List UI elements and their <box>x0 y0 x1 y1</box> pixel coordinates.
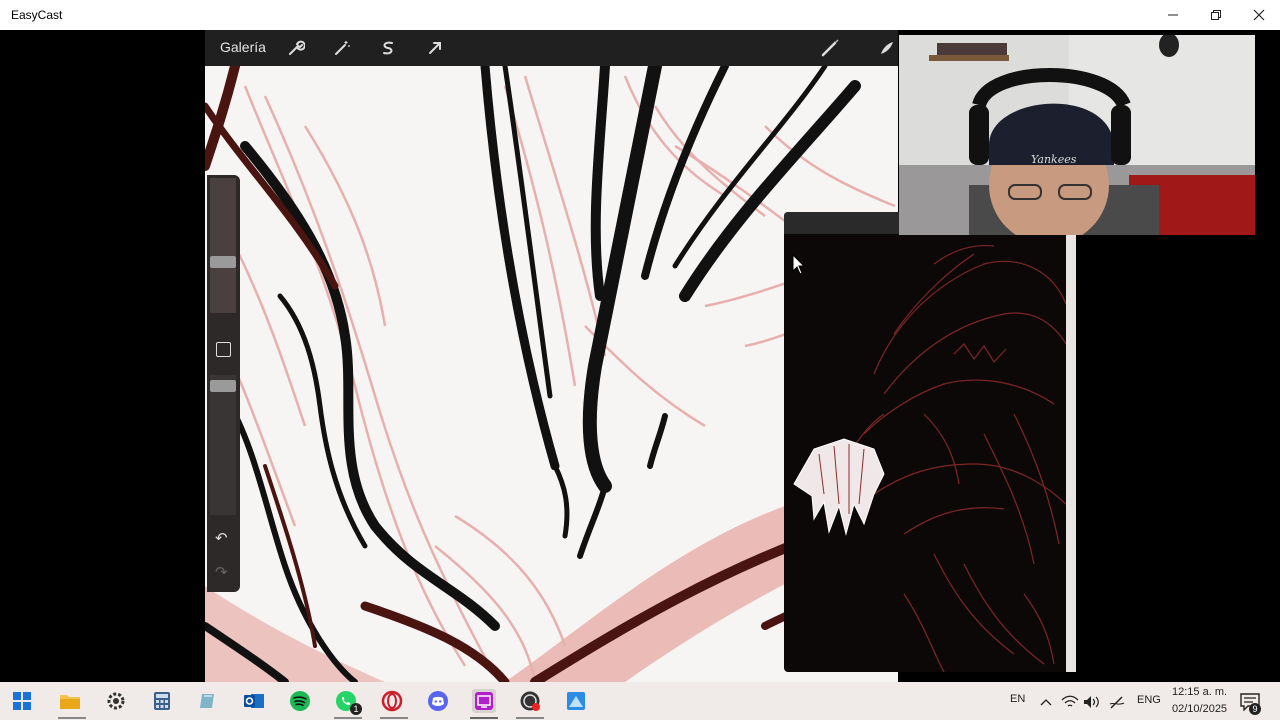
brush-size-thumb[interactable] <box>210 256 236 268</box>
gallery-button[interactable]: Galería <box>220 39 266 55</box>
eyedropper-square-button[interactable] <box>216 342 231 357</box>
window-titlebar: EasyCast <box>0 0 1280 30</box>
magic-wand-icon[interactable] <box>330 36 354 60</box>
easycast-icon[interactable] <box>472 689 496 713</box>
azure-app-icon[interactable] <box>564 689 588 713</box>
mouse-cursor-icon <box>792 254 806 275</box>
canvas-edge-strip <box>1066 234 1076 672</box>
discord-icon[interactable] <box>426 689 450 713</box>
redo-icon[interactable]: ↷ <box>215 563 228 581</box>
close-button[interactable] <box>1237 0 1280 30</box>
chevron-up-icon[interactable] <box>1034 690 1058 714</box>
opacity-thumb[interactable] <box>210 380 236 392</box>
brush-icon[interactable] <box>818 36 842 60</box>
svg-text:Yankees: Yankees <box>1031 153 1077 166</box>
clock-time[interactable]: 12:15 a. m. <box>1172 686 1227 698</box>
settings-gear-icon[interactable] <box>104 689 128 713</box>
pen-tablet-icon[interactable] <box>1105 690 1129 714</box>
outlook-icon[interactable] <box>242 689 266 713</box>
brush-sidebar: ↶ ↷ <box>207 175 240 592</box>
notification-count-badge: 9 <box>1249 703 1261 715</box>
whatsapp-active-indicator <box>334 717 362 719</box>
opacity-slider[interactable] <box>210 375 236 515</box>
obs-record-icon[interactable] <box>518 689 542 713</box>
transform-arrow-icon[interactable] <box>423 36 447 60</box>
input-language-code[interactable]: ENG <box>1137 694 1161 706</box>
file-explorer-active-indicator <box>58 717 86 719</box>
webcam-feed: Yankees <box>899 35 1255 235</box>
input-language-short[interactable]: EN <box>1010 693 1025 705</box>
opera-gx-icon[interactable] <box>380 689 404 713</box>
notes-app-icon[interactable] <box>196 689 220 713</box>
reference-window[interactable] <box>784 212 1076 672</box>
obs-active-indicator <box>516 717 544 719</box>
undo-icon[interactable]: ↶ <box>215 529 228 547</box>
spotify-icon[interactable] <box>288 689 312 713</box>
window-title: EasyCast <box>11 8 63 22</box>
windows-taskbar: 1 EN ENG 12:15 a. m. 02/10/2025 9 <box>0 682 1280 720</box>
procreate-toolbar: Galería <box>205 30 898 66</box>
smudge-icon[interactable] <box>875 36 898 60</box>
windows-start-icon[interactable] <box>10 689 34 713</box>
wifi-icon[interactable] <box>1058 690 1082 714</box>
opera-active-indicator <box>380 717 408 719</box>
wrench-icon[interactable] <box>284 36 308 60</box>
selection-icon[interactable] <box>376 36 400 60</box>
reference-image <box>793 244 1066 672</box>
minimize-button[interactable] <box>1151 0 1195 30</box>
whatsapp-unread-badge: 1 <box>350 703 362 715</box>
restore-button[interactable] <box>1194 0 1238 30</box>
clock-date[interactable]: 02/10/2025 <box>1172 703 1227 715</box>
file-explorer-icon[interactable] <box>58 689 82 713</box>
easycast-active-indicator <box>470 717 498 719</box>
volume-icon[interactable] <box>1080 690 1104 714</box>
calculator-icon[interactable] <box>150 689 174 713</box>
brush-size-slider[interactable] <box>210 178 236 313</box>
